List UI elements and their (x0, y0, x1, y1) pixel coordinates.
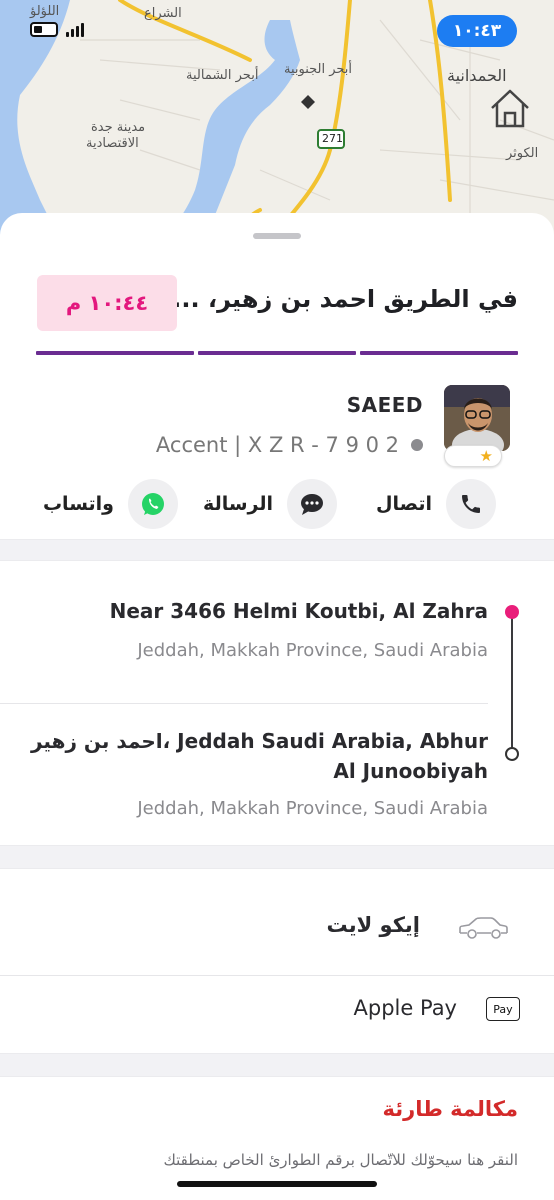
car-plate: Accent | X Z R - 7 9 0 2 (155, 433, 399, 457)
trip-progress-bar (36, 351, 518, 355)
dropoff-address-cont: Al Junoobiyah (333, 759, 488, 783)
whatsapp-icon (128, 479, 178, 529)
chat-icon (287, 479, 337, 529)
map-label: مدينة جدة (91, 120, 146, 135)
status-icons (30, 22, 84, 37)
section-separator (0, 845, 554, 869)
map-label: الكوثر (506, 146, 539, 161)
driver-avatar[interactable] (444, 385, 510, 451)
pickup-pin-icon (505, 605, 519, 619)
call-button[interactable]: اتصال (376, 478, 496, 530)
car-color-dot (411, 439, 423, 451)
drag-handle[interactable] (253, 233, 301, 239)
progress-segment (360, 351, 518, 355)
payment-method[interactable]: Apple Pay (354, 996, 457, 1020)
home-indicator (177, 1181, 377, 1187)
trip-sheet: في الطريق احمد بن زهير، ...Jedda ١٠:٤٤ م… (0, 213, 554, 1200)
map-view[interactable]: اللؤلؤ الشراع أبحر الجنوبية أبحر الشمالي… (0, 0, 554, 240)
message-label: الرسالة (203, 493, 273, 515)
apple-pay-badge: Pay (493, 1002, 513, 1016)
phone-icon (446, 479, 496, 529)
emergency-call-subtitle[interactable]: النقر هنا سيحوّلك للاتّصال برقم الطوارئ … (163, 1151, 518, 1169)
car-icon (457, 915, 509, 945)
ride-type-label[interactable]: إيكو لايت (326, 913, 420, 937)
whatsapp-button[interactable]: واتساب (43, 478, 178, 530)
pickup-address[interactable]: Near 3466 Helmi Koutbi, Al Zahra (110, 599, 488, 623)
map-label: الاقتصادية (86, 136, 139, 151)
section-separator (0, 539, 554, 561)
map-label: الحمدانية (447, 66, 507, 85)
route-timeline-line (511, 617, 513, 751)
section-separator (0, 1053, 554, 1077)
map-label: الشراع (144, 6, 182, 21)
dropoff-city: Jeddah, Makkah Province, Saudi Arabia (137, 798, 488, 819)
divider (0, 703, 488, 704)
cellular-signal-icon (66, 22, 84, 37)
whatsapp-label: واتساب (42, 493, 114, 515)
pickup-city: Jeddah, Makkah Province, Saudi Arabia (137, 640, 488, 661)
eta-badge: ١٠:٤٤ م (37, 275, 177, 331)
status-time: ١٠:٤٣ (437, 15, 517, 47)
star-icon: ★ (479, 447, 493, 465)
dropoff-address[interactable]: احمد بن زهير، Jeddah Saudi Arabia, Abhur (31, 729, 488, 753)
driver-name: SAEED (346, 393, 423, 417)
progress-segment (198, 351, 356, 355)
map-label: أبحر الجنوبية (284, 62, 353, 77)
map-label: اللؤلؤ (30, 4, 60, 19)
contact-actions: اتصال الرسالة واتساب (0, 478, 554, 530)
call-label: اتصال (376, 493, 432, 515)
progress-segment (36, 351, 194, 355)
car-info: Accent | X Z R - 7 9 0 2 (156, 433, 423, 457)
home-icon[interactable] (488, 86, 532, 130)
apple-pay-icon: Pay (486, 997, 520, 1021)
dropoff-pin-icon (505, 747, 519, 761)
driver-rating: ★ (444, 445, 502, 467)
map-label: أبحر الشمالية (186, 68, 259, 83)
message-button[interactable]: الرسالة (203, 478, 337, 530)
battery-icon (30, 22, 58, 37)
emergency-call-title[interactable]: مكالمة طارئة (383, 1097, 519, 1121)
divider (0, 975, 554, 976)
road-number: 271 (322, 132, 343, 145)
trip-status-row: في الطريق احمد بن زهير، ...Jedda ١٠:٤٤ م (0, 273, 554, 333)
